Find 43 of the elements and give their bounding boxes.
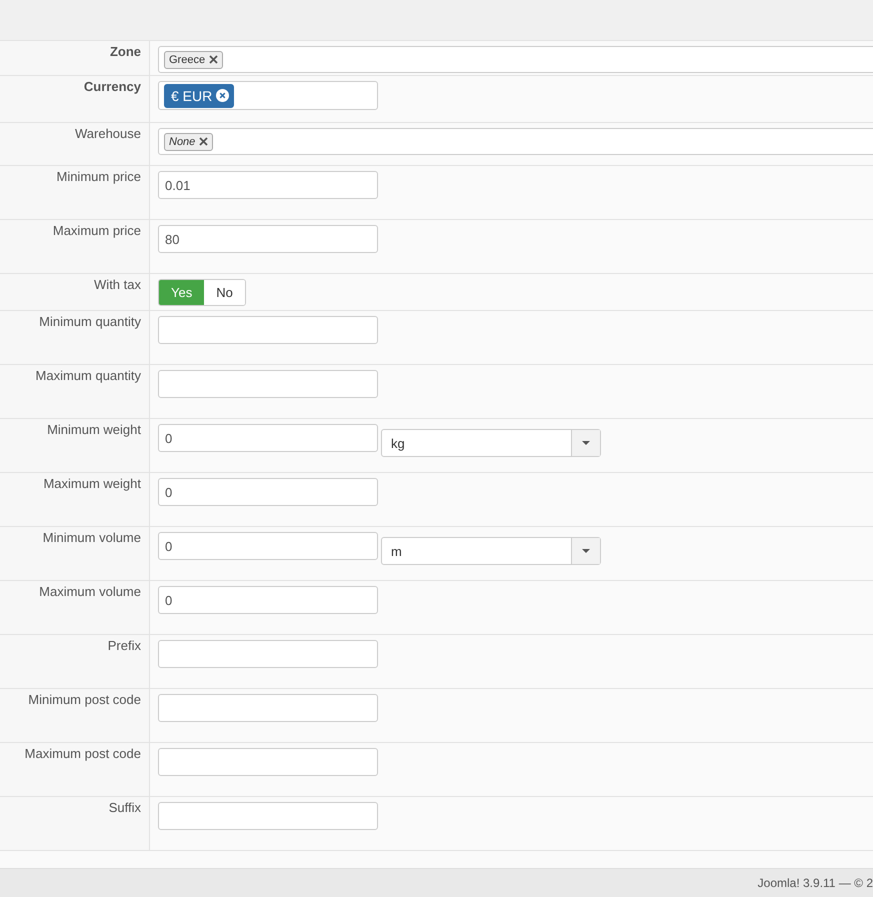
remove-icon[interactable] [199, 137, 208, 146]
tag: Greece [164, 50, 224, 68]
input-field[interactable]: 0.01 [158, 171, 378, 199]
field-label: Maximum price [52, 223, 141, 238]
input-field[interactable] [158, 316, 378, 344]
input-field[interactable]: 0 [158, 532, 378, 560]
tag-field[interactable]: € EUR [158, 81, 378, 110]
input-field[interactable]: 0 [158, 478, 378, 506]
remove-icon[interactable] [216, 89, 230, 102]
field-label: With tax [94, 277, 141, 292]
field-label: Zone [110, 44, 141, 59]
field-label: Maximum volume [39, 584, 141, 599]
input-field[interactable] [158, 694, 378, 722]
input-field[interactable] [158, 748, 378, 776]
field-label: Maximum post code [24, 746, 141, 761]
field-label: Minimum post code [28, 692, 141, 707]
tag: None [164, 132, 214, 150]
input-field[interactable]: 0 [158, 424, 378, 452]
field-label: Minimum quantity [39, 314, 141, 329]
footer-text: Joomla! 3.9.11 — © 2 [758, 876, 873, 890]
input-field[interactable] [158, 370, 378, 398]
field-label: Warehouse [75, 126, 141, 141]
tag-field[interactable]: Greece [158, 46, 873, 73]
field-label: Minimum weight [47, 422, 141, 437]
field-label: Currency [84, 79, 141, 94]
field-label: Maximum weight [43, 476, 141, 491]
input-field[interactable] [158, 640, 378, 668]
remove-icon[interactable] [209, 55, 218, 64]
input-field[interactable]: 0 [158, 586, 378, 614]
field-label: Minimum volume [42, 530, 141, 545]
caret-icon [582, 441, 590, 445]
caret-icon [582, 549, 590, 553]
input-field[interactable]: 80 [158, 225, 378, 253]
field-label: Maximum quantity [36, 368, 141, 383]
unit-select[interactable]: m [381, 537, 601, 565]
tag: € EUR [164, 84, 234, 108]
toggle-option[interactable]: No [204, 280, 245, 305]
field-label: Minimum price [56, 169, 141, 184]
tag-field[interactable]: None [158, 128, 873, 155]
input-field[interactable] [158, 802, 378, 830]
field-label: Prefix [108, 638, 141, 653]
field-label: Suffix [108, 800, 141, 815]
unit-select[interactable]: kg [381, 429, 601, 457]
